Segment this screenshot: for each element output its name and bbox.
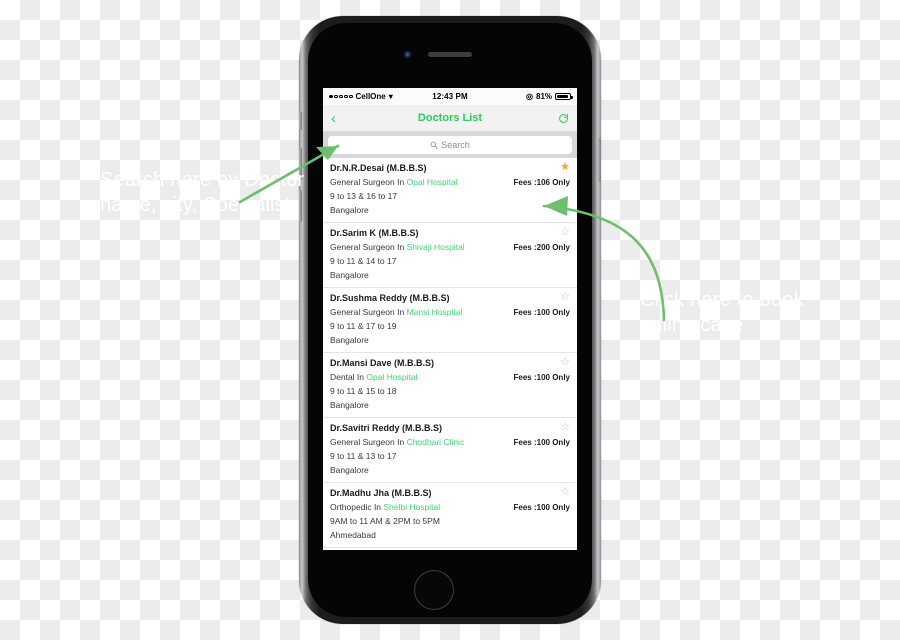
status-bar: CellOne ▾ 12:43 PM ◎ 81% (323, 88, 577, 105)
doctor-name: Dr.Mansi Dave (M.B.B.S) (330, 358, 435, 368)
doctor-fees: Fees :100 Only (513, 373, 570, 382)
favorite-star-icon[interactable]: ☆ (560, 422, 570, 433)
signal-strength-icon (329, 94, 353, 99)
doctor-hospital: Opal Hospital (366, 372, 418, 382)
doctor-hours: 9 to 11 & 13 to 17 (330, 451, 397, 461)
doctor-fees: Fees :106 Only (513, 178, 570, 187)
doctor-specialty: General Surgeon In Shivaji Hospital (330, 242, 465, 252)
page-title: Doctors List (417, 112, 483, 124)
status-bar-clock: 12:43 PM (432, 92, 468, 101)
search-placeholder: Search (441, 140, 470, 150)
doctor-city: Bangalore (330, 205, 369, 215)
doctor-hospital: Mansi Hospital (406, 307, 463, 317)
doctor-specialty: General Surgeon In Chodhari Clinic (330, 437, 465, 447)
doctor-name: Dr.N.R.Desai (M.B.B.S) (330, 163, 427, 173)
doctor-hours: 9 to 11 & 15 to 18 (330, 386, 397, 396)
earpiece-speaker (428, 52, 472, 57)
wifi-icon: ▾ (388, 91, 393, 101)
doctor-hours: 9 to 13 & 16 to 17 (330, 191, 398, 201)
arrow-to-doctor-row-icon (542, 196, 666, 322)
doctor-specialty: General Surgeon In Opal Hospital (330, 177, 458, 187)
doctor-hours: 9AM to 11 AM & 2PM to 5PM (330, 516, 440, 526)
refresh-icon[interactable] (551, 113, 569, 124)
battery-icon (555, 93, 574, 100)
doctor-hospital: Shelbi Hospital (383, 502, 441, 512)
back-chevron-icon[interactable]: ‹ (331, 111, 351, 126)
doctor-specialty-row: General Surgeon In Chodhari Clinic Fees … (330, 437, 570, 448)
doctor-specialty-row: General Surgeon In Shivaji Hospital Fees… (330, 242, 570, 253)
search-bar-container: Search (323, 132, 577, 158)
bluetooth-icon: ◎ (526, 92, 533, 101)
doctor-city: Bangalore (330, 270, 369, 280)
doctor-name: Dr.Madhu Jha (M.B.B.S) (330, 488, 432, 498)
favorite-star-icon[interactable]: ★ (560, 162, 570, 173)
favorite-star-icon[interactable]: ☆ (560, 357, 570, 368)
doctor-name: Dr.Sushma Reddy (M.B.B.S) (330, 293, 450, 303)
doctor-fees: Fees :100 Only (513, 438, 570, 447)
power-button[interactable] (598, 138, 601, 182)
doctor-hospital: Shivaji Hospital (406, 242, 465, 252)
doctor-list-item[interactable]: Dr.Savitri Reddy (M.B.B.S) General Surge… (323, 418, 577, 483)
doctor-specialty-row: General Surgeon In Mansi Hospital Fees :… (330, 307, 570, 318)
silent-switch-button[interactable] (299, 112, 302, 130)
doctor-hours: 9 to 11 & 17 to 19 (330, 321, 397, 331)
doctor-city: Bangalore (330, 400, 369, 410)
status-bar-left: CellOne ▾ (329, 92, 432, 101)
annotation-book-hint: Click here to book online case (640, 289, 804, 336)
doctor-specialty: Orthopedic In Shelbi Hospital (330, 502, 441, 512)
doctor-list-item[interactable]: Dr.Madhu Jha (M.B.B.S) Orthopedic In She… (323, 483, 577, 548)
doctor-specialty-row: Orthopedic In Shelbi Hospital Fees :100 … (330, 502, 570, 513)
camera-lens-dot (406, 53, 409, 56)
doctor-name: Dr.Savitri Reddy (M.B.B.S) (330, 423, 443, 433)
screenshot-canvas: Search here by Doctor name, city, Specia… (0, 0, 900, 640)
search-input[interactable]: Search (328, 136, 572, 154)
doctor-specialty: General Surgeon In Mansi Hospital (330, 307, 463, 317)
doctor-city: Bangalore (330, 465, 369, 475)
doctor-specialty: Dental In Opal Hospital (330, 372, 418, 382)
doctor-name: Dr.Sarim K (M.B.B.S) (330, 228, 419, 238)
doctor-specialty-row: General Surgeon In Opal Hospital Fees :1… (330, 177, 570, 188)
doctor-specialty-row: Dental In Opal Hospital Fees :100 Only (330, 372, 570, 383)
doctor-hospital: Opal Hospital (406, 177, 458, 187)
search-icon (430, 141, 439, 149)
doctor-city: Bangalore (330, 335, 369, 345)
doctor-list-item[interactable]: Dr.Mansi Dave (M.B.B.S) Dental In Opal H… (323, 353, 577, 418)
navigation-bar: ‹ Doctors List (323, 105, 577, 132)
doctor-city: Ahmedabad (330, 530, 376, 540)
doctor-hours: 9 to 11 & 14 to 17 (330, 256, 397, 266)
carrier-label: CellOne (355, 92, 386, 101)
favorite-star-icon[interactable]: ☆ (560, 487, 570, 498)
battery-percent-label: 81% (536, 92, 553, 101)
home-button[interactable] (414, 570, 454, 610)
doctor-fees: Fees :100 Only (513, 503, 570, 512)
arrow-to-search-icon (238, 144, 340, 204)
status-bar-right: ◎ 81% (468, 92, 574, 101)
doctor-hospital: Chodhari Clinic (406, 437, 465, 447)
